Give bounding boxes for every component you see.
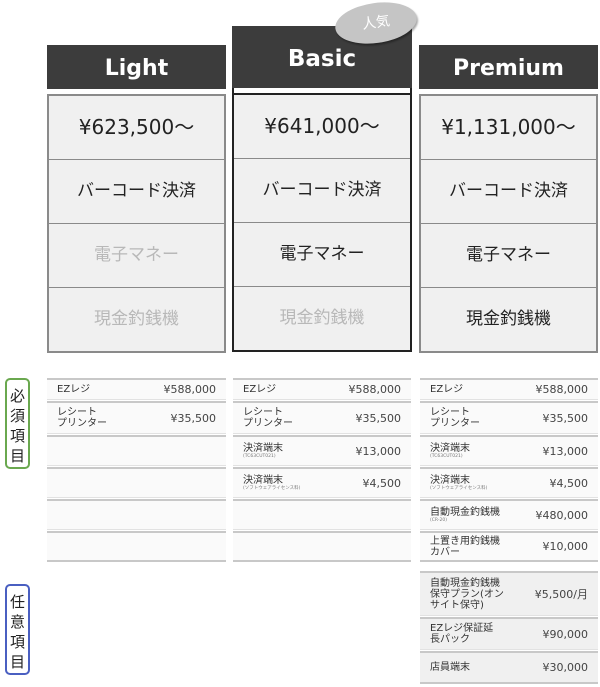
plan-name: Light <box>47 45 226 89</box>
item-price: ¥30,000 <box>542 661 589 674</box>
list-item-empty <box>47 531 226 562</box>
feature-emoney: 電子マネー <box>421 223 596 287</box>
list-item: 決済端末 (ソフトウェアライセンス料) ¥4,500 <box>420 467 598 498</box>
item-name-wrap: 決済端末 (TC63CUT021) <box>430 443 470 460</box>
feature-cash-changer: 現金釣銭機 <box>421 287 596 351</box>
list-item: EZレジ ¥588,000 <box>420 378 598 400</box>
plan-features: ¥641,000～ バーコード決済 電子マネー 現金釣銭機 <box>232 93 412 352</box>
item-subtext: (CR-20) <box>430 517 447 523</box>
item-name-wrap: 決済端末 (ソフトウェアライセンス料) <box>243 475 300 492</box>
item-price: ¥4,500 <box>362 476 402 490</box>
item-price: ¥588,000 <box>535 383 589 396</box>
item-name: 自動現金釣銭機 保守プラン(オン サイト保守) <box>430 577 504 611</box>
items-list-basic: EZレジ ¥588,000 レシート プリンター ¥35,500 決済端末 (T… <box>233 378 411 563</box>
item-price: ¥480,000 <box>535 508 589 522</box>
list-item: 決済端末 (TC63CUT021) ¥13,000 <box>233 435 411 466</box>
item-subtext: (ソフトウェアライセンス料) <box>243 485 301 491</box>
item-subtext: (TC63CUT021) <box>430 453 463 459</box>
item-name: EZレジ保証延 長パック <box>430 623 494 645</box>
item-price: ¥4,500 <box>549 476 589 490</box>
list-item: EZレジ保証延 長パック ¥90,000 <box>420 617 598 650</box>
item-price: ¥13,000 <box>355 444 402 458</box>
feature-barcode: バーコード決済 <box>421 159 596 223</box>
item-name: 店員端末 <box>430 662 470 673</box>
list-item: 上置き用釣銭機 カバー ¥10,000 <box>420 531 598 562</box>
item-name: 自動現金釣銭機 <box>430 506 500 518</box>
item-name: 決済端末 <box>430 442 470 454</box>
item-name: 決済端末 <box>243 442 283 454</box>
list-item-empty <box>47 435 226 466</box>
list-item: 自動現金釣銭機 (CR-20) ¥480,000 <box>420 499 598 530</box>
item-name: 上置き用釣銭機 カバー <box>430 535 500 558</box>
feature-emoney: 電子マネー <box>234 222 410 286</box>
feature-emoney: 電子マネー <box>49 223 224 287</box>
feature-cash-changer: 現金釣銭機 <box>234 286 410 350</box>
item-price: ¥35,500 <box>170 411 217 425</box>
plan-price: ¥1,131,000～ <box>441 115 576 139</box>
list-item-empty <box>233 531 411 562</box>
plan-card-premium: Premium ¥1,131,000～ バーコード決済 電子マネー 現金釣銭機 <box>419 45 598 353</box>
item-name: EZレジ <box>243 384 277 395</box>
item-name: レシート プリンター <box>243 407 293 429</box>
feature-cash-changer: 現金釣銭機 <box>49 287 224 351</box>
list-item: 店員端末 ¥30,000 <box>420 651 598 684</box>
feature-barcode: バーコード決済 <box>49 159 224 223</box>
category-required-text: 必須項目 <box>10 387 26 465</box>
items-list-premium: EZレジ ¥588,000 レシート プリンター ¥35,500 決済端末 (T… <box>420 378 598 685</box>
item-price: ¥10,000 <box>542 540 589 553</box>
item-price: ¥5,500/月 <box>534 588 588 601</box>
plan-name: Premium <box>419 45 598 89</box>
category-optional-label: 任意項目 <box>5 584 30 675</box>
plan-card-basic: Basic ¥641,000～ バーコード決済 電子マネー 現金釣銭機 <box>232 26 412 352</box>
item-name: 決済端末 <box>243 474 283 486</box>
item-name: 決済端末 <box>430 474 470 486</box>
list-item: レシート プリンター ¥35,500 <box>47 401 226 434</box>
item-price: ¥13,000 <box>542 444 589 458</box>
item-name-wrap: 決済端末 (TC63CUT021) <box>243 443 283 460</box>
list-item-empty <box>233 499 411 530</box>
item-name: レシート プリンター <box>57 407 107 429</box>
section-gap <box>420 563 598 571</box>
item-subtext: (TC63CUT021) <box>243 453 276 459</box>
item-subtext: (ソフトウェアライセンス料) <box>430 485 488 491</box>
category-optional-text: 任意項目 <box>10 593 26 671</box>
list-item: EZレジ ¥588,000 <box>47 378 226 400</box>
plan-card-light: Light ¥623,500～ バーコード決済 電子マネー 現金釣銭機 <box>47 45 226 353</box>
item-price: ¥35,500 <box>542 411 589 425</box>
item-name: レシート プリンター <box>430 407 480 429</box>
plan-price: ¥641,000～ <box>264 114 380 138</box>
item-name-wrap: 自動現金釣銭機 (CR-20) <box>430 507 500 524</box>
list-item: レシート プリンター ¥35,500 <box>233 401 411 434</box>
item-price: ¥588,000 <box>163 383 217 396</box>
plan-features: ¥623,500～ バーコード決済 電子マネー 現金釣銭機 <box>47 94 226 353</box>
feature-barcode: バーコード決済 <box>234 158 410 222</box>
item-price: ¥588,000 <box>348 383 402 396</box>
list-item: 決済端末 (TC63CUT021) ¥13,000 <box>420 435 598 466</box>
item-price: ¥90,000 <box>542 627 589 641</box>
item-name-wrap: 決済端末 (ソフトウェアライセンス料) <box>430 475 487 492</box>
list-item-empty <box>47 467 226 498</box>
item-name: EZレジ <box>57 384 91 395</box>
category-required-label: 必須項目 <box>5 378 30 469</box>
plan-price: ¥623,500～ <box>78 115 195 139</box>
list-item: レシート プリンター ¥35,500 <box>420 401 598 434</box>
list-item: 自動現金釣銭機 保守プラン(オン サイト保守) ¥5,500/月 <box>420 571 598 616</box>
items-list-light: EZレジ ¥588,000 レシート プリンター ¥35,500 <box>47 378 226 563</box>
plan-features: ¥1,131,000～ バーコード決済 電子マネー 現金釣銭機 <box>419 94 598 353</box>
list-item: EZレジ ¥588,000 <box>233 378 411 400</box>
item-name: EZレジ <box>430 384 464 395</box>
list-item-empty <box>47 499 226 530</box>
list-item: 決済端末 (ソフトウェアライセンス料) ¥4,500 <box>233 467 411 498</box>
item-price: ¥35,500 <box>355 411 402 425</box>
